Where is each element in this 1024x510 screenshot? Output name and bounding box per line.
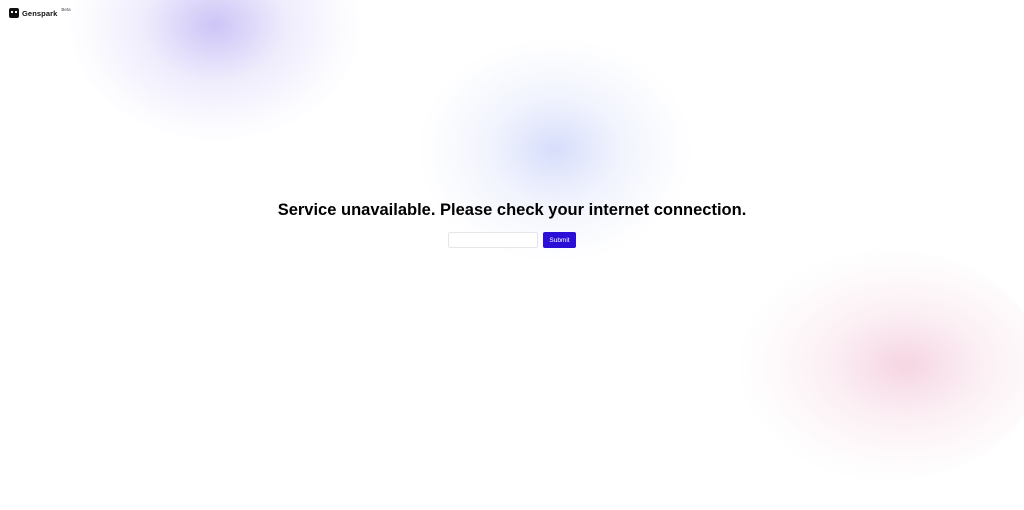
text-input[interactable]: [448, 232, 539, 248]
background-blob-pink: [740, 250, 1024, 480]
error-panel: Service unavailable. Please check your i…: [0, 200, 1024, 248]
genspark-logo-icon: [9, 8, 19, 18]
beta-badge: Beta: [61, 7, 71, 12]
error-message: Service unavailable. Please check your i…: [277, 201, 747, 219]
brand-name: Genspark: [22, 9, 58, 18]
submit-button[interactable]: Submit: [543, 232, 576, 248]
page: Genspark Beta Service unavailable. Pleas…: [0, 0, 1024, 510]
brand-logo[interactable]: Genspark Beta: [9, 7, 71, 18]
retry-form: Submit: [0, 232, 1024, 248]
background-blob-purple: [70, 0, 360, 140]
